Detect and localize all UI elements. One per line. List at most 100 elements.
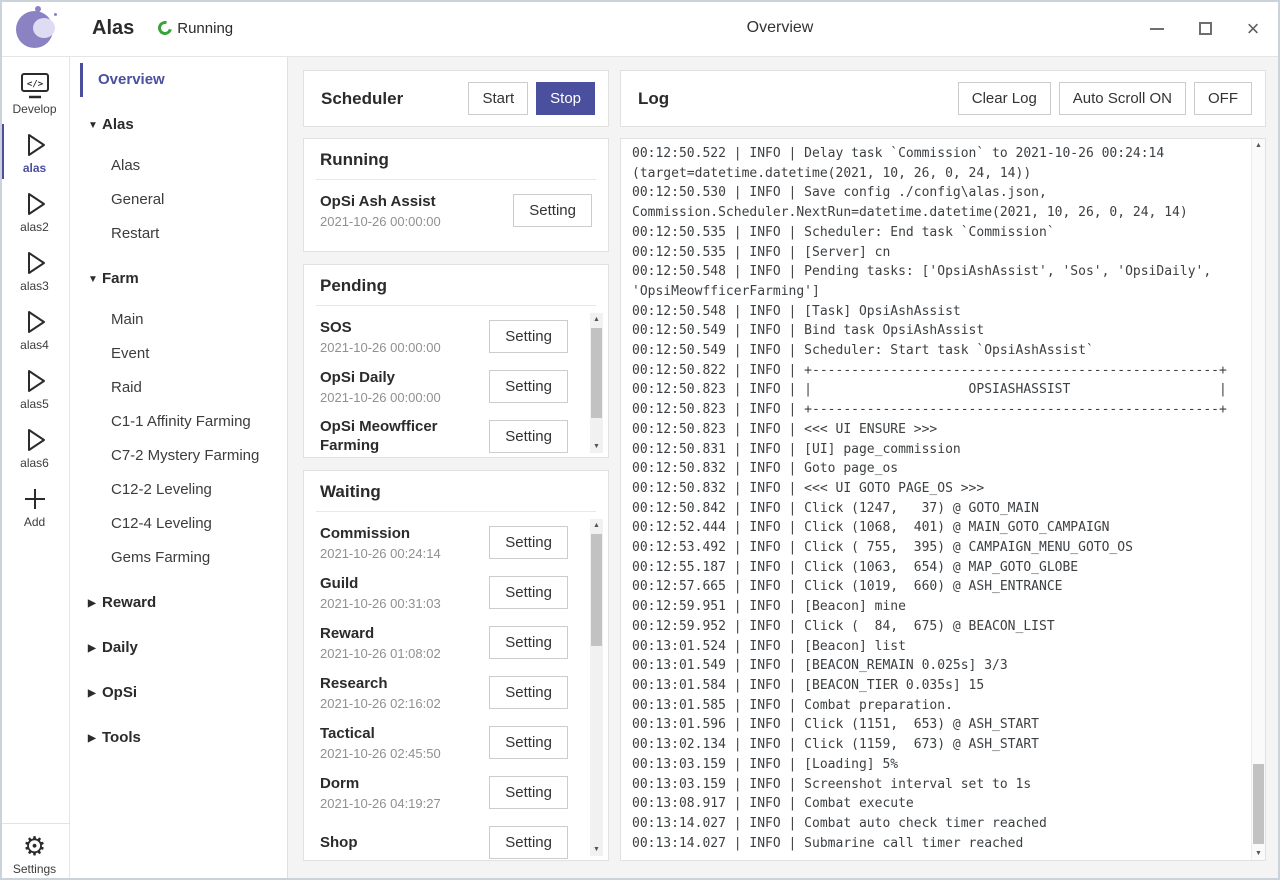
nav-item-tools[interactable]: ▶Tools	[70, 721, 287, 755]
app-name: Alas	[92, 17, 134, 40]
scroll-up-icon[interactable]: ▲	[1252, 139, 1265, 152]
waiting-section: Waiting Commission2021-10-26 00:24:14Set…	[303, 470, 609, 861]
maximize-button[interactable]	[1196, 20, 1214, 38]
task-row: Tactical2021-10-26 02:45:50Setting	[320, 717, 568, 767]
task-info: Dorm2021-10-26 04:19:27	[320, 774, 441, 811]
play-icon	[20, 247, 50, 279]
svg-text:</>: </>	[26, 79, 43, 89]
profile-item-alas4[interactable]: alas4	[0, 299, 69, 358]
profile-item-alas2[interactable]: alas2	[0, 181, 69, 240]
setting-button[interactable]: Setting	[489, 776, 568, 809]
scroll-up-icon[interactable]: ▲	[590, 519, 603, 532]
setting-button[interactable]: Setting	[489, 576, 568, 609]
scroll-up-icon[interactable]: ▲	[590, 313, 603, 326]
scrollbar-thumb[interactable]	[591, 534, 602, 646]
task-name: Research	[320, 674, 441, 693]
setting-button[interactable]: Setting	[489, 320, 568, 353]
scrollbar-thumb[interactable]	[591, 328, 602, 418]
scroll-down-icon[interactable]: ▼	[590, 440, 603, 453]
running-spinner-icon	[156, 18, 175, 37]
chevron-right-icon: ▶	[88, 632, 102, 666]
setting-button[interactable]: Setting	[513, 194, 592, 227]
title-bar: Alas Running Overview ×	[0, 0, 1280, 57]
maximize-icon	[1199, 22, 1212, 35]
play-icon	[20, 188, 50, 220]
task-info: OpSi Meowfficer Farming	[320, 417, 489, 455]
setting-button[interactable]: Setting	[489, 676, 568, 709]
task-row: Guild2021-10-26 00:31:03Setting	[320, 567, 568, 617]
setting-button[interactable]: Setting	[489, 526, 568, 559]
nav-item-restart[interactable]: Restart	[70, 217, 287, 251]
task-row: Research2021-10-26 02:16:02 Setting	[320, 667, 568, 717]
task-next-run-time: 2021-10-26 01:08:02	[320, 646, 441, 661]
log-scrollbar[interactable]: ▲ ▼	[1251, 139, 1265, 860]
waiting-scrollbar[interactable]: ▲ ▼	[590, 519, 603, 856]
task-next-run-time: 2021-10-26 00:00:00	[320, 390, 441, 405]
chevron-right-icon: ▶	[88, 677, 102, 711]
task-info: OpSi Ash Assist2021-10-26 00:00:00	[320, 192, 441, 229]
profile-item-alas6[interactable]: alas6	[0, 417, 69, 476]
start-button[interactable]: Start	[468, 82, 528, 115]
profile-item-alas[interactable]: alas	[0, 122, 69, 181]
task-row: OpSi Ash Assist2021-10-26 00:00:00 Settin…	[320, 185, 592, 235]
profile-item-alas3[interactable]: alas3	[0, 240, 69, 299]
setting-button[interactable]: Setting	[489, 826, 568, 859]
minimize-button[interactable]	[1148, 20, 1166, 38]
scroll-down-icon[interactable]: ▼	[1252, 847, 1265, 860]
close-button[interactable]: ×	[1244, 20, 1262, 38]
active-indicator	[0, 124, 4, 179]
profile-item-develop[interactable]: </>Develop	[0, 63, 69, 122]
task-row: Reward2021-10-26 01:08:02 Setting	[320, 617, 568, 667]
task-row: OpSi Meowfficer FarmingSetting	[320, 411, 568, 458]
nav-item-c1-1-affinity-farming[interactable]: C1-1 Affinity Farming	[70, 405, 287, 439]
pending-scrollbar[interactable]: ▲ ▼	[590, 313, 603, 453]
nav-item-raid[interactable]: Raid	[70, 371, 287, 405]
stop-button[interactable]: Stop	[536, 82, 595, 115]
setting-button[interactable]: Setting	[489, 370, 568, 403]
nav-item-alas[interactable]: ▼Alas	[70, 108, 287, 142]
nav-item-event[interactable]: Event	[70, 337, 287, 371]
main-content: Scheduler Start Stop Running OpSi Ash As…	[288, 57, 1280, 880]
close-icon: ×	[1247, 20, 1260, 38]
auto-scroll-off-button[interactable]: OFF	[1194, 82, 1252, 115]
play-icon	[20, 365, 50, 397]
chevron-right-icon: ▶	[88, 722, 102, 756]
profile-item-alas5[interactable]: alas5	[0, 358, 69, 417]
app-logo-icon	[14, 6, 58, 50]
nav-item-daily[interactable]: ▶Daily	[70, 631, 287, 665]
settings-button[interactable]: ⚙ Settings	[0, 823, 69, 876]
chevron-down-icon: ▼	[88, 109, 102, 143]
task-info: Reward2021-10-26 01:08:02	[320, 624, 441, 661]
task-name: Dorm	[320, 774, 441, 793]
nav-item-c12-4-leveling[interactable]: C12-4 Leveling	[70, 507, 287, 541]
nav-item-main[interactable]: Main	[70, 303, 287, 337]
nav-item-opsi[interactable]: ▶OpSi	[70, 676, 287, 710]
setting-button[interactable]: Setting	[489, 420, 568, 453]
auto-scroll-on-button[interactable]: Auto Scroll ON	[1059, 82, 1186, 115]
nav-item-alas[interactable]: Alas	[70, 149, 287, 183]
nav-menu: Overview ▼Alas AlasGeneralRestart ▼Farm Main…	[70, 57, 288, 880]
profile-item-label: alas	[23, 161, 46, 175]
task-name: SOS	[320, 318, 441, 337]
clear-log-button[interactable]: Clear Log	[958, 82, 1051, 115]
task-name: Tactical	[320, 724, 441, 743]
running-section: Running OpSi Ash Assist2021-10-26 00:00:…	[303, 138, 609, 252]
develop-icon: </>	[18, 70, 52, 102]
nav-item-general[interactable]: General	[70, 183, 287, 217]
nav-item-gems-farming[interactable]: Gems Farming	[70, 541, 287, 575]
task-info: Research2021-10-26 02:16:02	[320, 674, 441, 711]
nav-item-reward[interactable]: ▶Reward	[70, 586, 287, 620]
task-info: OpSi Daily2021-10-26 00:00:00	[320, 368, 441, 405]
setting-button[interactable]: Setting	[489, 626, 568, 659]
minimize-icon	[1150, 28, 1164, 30]
log-output: 00:12:50.522 | INFO | Delay task `Commis…	[632, 144, 1246, 856]
nav-item-overview[interactable]: Overview	[80, 63, 287, 97]
scroll-down-icon[interactable]: ▼	[590, 843, 603, 856]
task-info: Shop	[320, 833, 358, 852]
scrollbar-thumb[interactable]	[1253, 764, 1264, 844]
nav-item-c12-2-leveling[interactable]: C12-2 Leveling	[70, 473, 287, 507]
nav-item-c7-2-mystery-farming[interactable]: C7-2 Mystery Farming	[70, 439, 287, 473]
profile-item-add[interactable]: Add	[0, 476, 69, 535]
setting-button[interactable]: Setting	[489, 726, 568, 759]
nav-item-farm[interactable]: ▼Farm	[70, 262, 287, 296]
